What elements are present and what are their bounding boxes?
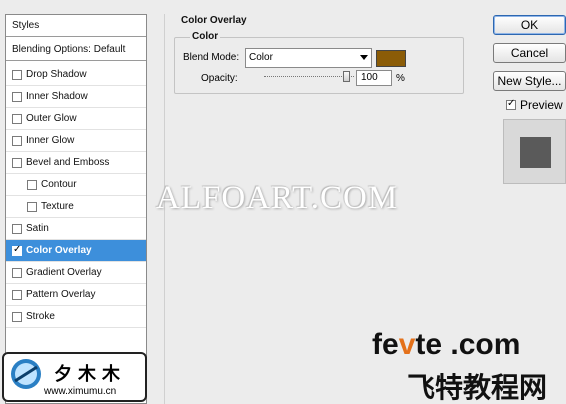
style-item-checkbox[interactable] bbox=[12, 244, 22, 256]
style-item-gradient-overlay[interactable]: Gradient Overlay bbox=[6, 262, 146, 284]
style-item-outer-glow[interactable]: Outer Glow bbox=[6, 108, 146, 130]
blend-mode-value: Color bbox=[249, 52, 273, 63]
blending-options-item[interactable]: Blending Options: Default bbox=[6, 39, 146, 61]
style-item-checkbox[interactable] bbox=[12, 113, 22, 124]
style-item-checkbox[interactable] bbox=[12, 157, 22, 168]
opacity-slider-thumb[interactable] bbox=[343, 71, 350, 82]
style-item-label: Contour bbox=[41, 179, 77, 190]
color-overlay-title: Color Overlay bbox=[181, 15, 247, 26]
style-item-label: Drop Shadow bbox=[26, 69, 87, 80]
color-group-title: Color bbox=[190, 31, 221, 42]
style-item-label: Pattern Overlay bbox=[26, 289, 96, 300]
preview-checkbox[interactable] bbox=[506, 98, 516, 110]
preview-checkbox-row[interactable]: Preview bbox=[506, 98, 563, 112]
style-item-label: Inner Shadow bbox=[26, 91, 88, 102]
style-item-checkbox[interactable] bbox=[12, 289, 22, 300]
new-style-button[interactable]: New Style... bbox=[493, 71, 566, 91]
ximumu-logo-icon bbox=[11, 359, 41, 389]
styles-header-label: Styles bbox=[12, 20, 40, 31]
style-item-checkbox[interactable] bbox=[27, 201, 37, 212]
fevte-logo-cn: 飞特教程网 bbox=[407, 371, 548, 404]
style-item-satin[interactable]: Satin bbox=[6, 218, 146, 240]
style-item-color-overlay[interactable]: Color Overlay bbox=[6, 240, 146, 262]
style-item-stroke[interactable]: Stroke bbox=[6, 306, 146, 328]
style-item-pattern-overlay[interactable]: Pattern Overlay bbox=[6, 284, 146, 306]
style-item-bevel-and-emboss[interactable]: Bevel and Emboss bbox=[6, 152, 146, 174]
style-item-label: Satin bbox=[26, 223, 49, 234]
style-item-checkbox[interactable] bbox=[27, 179, 37, 190]
styles-list-panel: Styles Blending Options: Default Drop Sh… bbox=[5, 14, 147, 404]
styles-header[interactable]: Styles bbox=[6, 15, 146, 37]
fevte-logo-text: fevte .com bbox=[372, 328, 520, 362]
style-item-label: Texture bbox=[41, 201, 74, 212]
opacity-input[interactable]: 100 bbox=[356, 70, 392, 86]
ximumu-logo: 夕木木 www.ximumu.cn bbox=[2, 352, 147, 402]
fevte-v: v bbox=[398, 328, 416, 361]
style-item-label: Gradient Overlay bbox=[26, 267, 102, 278]
preview-label: Preview bbox=[520, 98, 563, 112]
style-item-checkbox[interactable] bbox=[12, 267, 22, 278]
blending-options-label: Blending Options: Default bbox=[12, 44, 126, 55]
ok-button[interactable]: OK bbox=[493, 15, 566, 35]
style-item-label: Inner Glow bbox=[26, 135, 75, 146]
style-item-inner-shadow[interactable]: Inner Shadow bbox=[6, 86, 146, 108]
style-item-checkbox[interactable] bbox=[12, 69, 22, 80]
preview-sample-square bbox=[520, 137, 551, 168]
opacity-label: Opacity: bbox=[201, 73, 238, 84]
opacity-slider-track[interactable] bbox=[264, 76, 354, 78]
style-item-contour[interactable]: Contour bbox=[6, 174, 146, 196]
style-item-label: Outer Glow bbox=[26, 113, 77, 124]
cancel-button[interactable]: Cancel bbox=[493, 43, 566, 63]
opacity-unit: % bbox=[396, 73, 405, 84]
style-item-label: Bevel and Emboss bbox=[26, 157, 110, 168]
style-item-label: Color Overlay bbox=[26, 245, 92, 256]
style-item-checkbox[interactable] bbox=[12, 223, 22, 234]
ximumu-logo-cn: 夕木木 bbox=[54, 364, 126, 385]
style-item-checkbox[interactable] bbox=[12, 311, 22, 322]
style-item-drop-shadow[interactable]: Drop Shadow bbox=[6, 64, 146, 86]
alfoart-watermark: ALFOART.COM bbox=[156, 180, 399, 216]
style-item-label: Stroke bbox=[26, 311, 55, 322]
style-item-checkbox[interactable] bbox=[12, 135, 22, 146]
dropdown-arrow-icon bbox=[360, 55, 368, 60]
blend-mode-label: Blend Mode: bbox=[183, 52, 240, 63]
fevte-part1: fe bbox=[372, 328, 399, 361]
style-item-inner-glow[interactable]: Inner Glow bbox=[6, 130, 146, 152]
ximumu-logo-url: www.ximumu.cn bbox=[44, 386, 117, 397]
style-item-checkbox[interactable] bbox=[12, 91, 22, 102]
fevte-part2: te .com bbox=[415, 328, 521, 361]
style-item-texture[interactable]: Texture bbox=[6, 196, 146, 218]
blend-mode-select[interactable]: Color bbox=[245, 48, 372, 68]
overlay-color-swatch[interactable] bbox=[376, 50, 406, 67]
